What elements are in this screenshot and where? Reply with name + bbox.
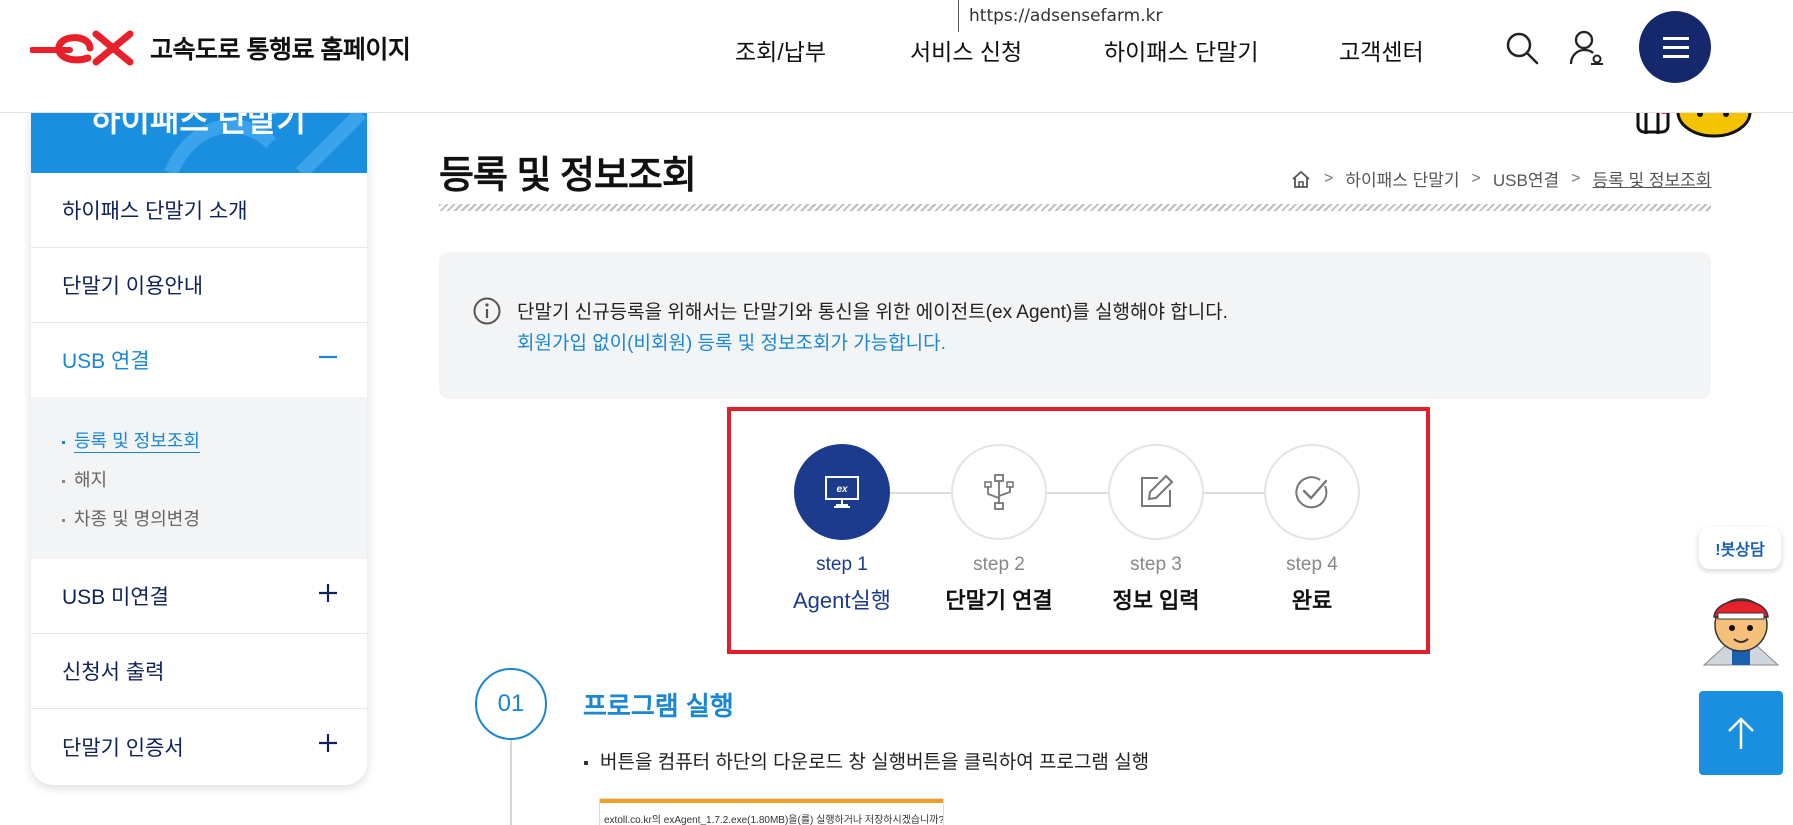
- info-text: 단말기 신규등록을 위해서는 단말기와 통신을 위한 에이전트(ex Agent…: [517, 302, 1228, 323]
- usb-icon: [984, 474, 1014, 510]
- step-3-number: step 3: [1130, 554, 1182, 575]
- home-icon[interactable]: [1290, 169, 1312, 189]
- sidebar-item-terminal-intro[interactable]: 하이패스 단말기 소개: [31, 173, 367, 248]
- menu-icon: [1663, 37, 1689, 40]
- sidebar: 하이패스 단말기 하이패스 단말기 소개 단말기 이용안내 USB 연결 등록 …: [31, 113, 367, 785]
- minus-icon: [319, 355, 337, 359]
- nav-service-apply[interactable]: 서비스 신청: [910, 33, 1022, 67]
- step-3-label: 정보 입력: [1112, 588, 1200, 613]
- breadcrumb-hipass[interactable]: 하이패스 단말기: [1345, 166, 1459, 191]
- submenu-item-cancel[interactable]: 해지: [62, 466, 107, 492]
- sidebar-item-usb-connect[interactable]: USB 연결: [31, 323, 367, 398]
- breadcrumb: > 하이패스 단말기 > USB연결 > 등록 및 정보조회: [1290, 166, 1711, 191]
- svg-text:ex: ex: [836, 484, 848, 495]
- sidebar-banner: 하이패스 단말기: [31, 113, 367, 173]
- chevron-right-icon: >: [1324, 169, 1334, 187]
- step-4-circle: [1264, 444, 1360, 540]
- scroll-top-button[interactable]: [1699, 691, 1783, 775]
- step-2-label: 단말기 연결: [945, 588, 1053, 613]
- step-3-circle: [1108, 444, 1204, 540]
- bullet: [584, 760, 588, 765]
- step-4-number: step 4: [1286, 554, 1338, 575]
- sidebar-item-print-form[interactable]: 신청서 출력: [31, 634, 367, 709]
- monitor-icon: ex: [825, 476, 859, 508]
- section-timeline: [510, 740, 512, 825]
- plus-icon: [319, 584, 337, 602]
- section-title: 프로그램 실행: [583, 691, 734, 721]
- step-4-label: 완료: [1291, 588, 1333, 613]
- submenu-item-register[interactable]: 등록 및 정보조회: [62, 427, 200, 453]
- check-icon: [1295, 476, 1328, 509]
- edit-icon: [1141, 474, 1174, 507]
- user-icon[interactable]: [1567, 28, 1607, 68]
- menu-button[interactable]: [1639, 11, 1711, 83]
- submenu-item-change[interactable]: 차종 및 명의변경: [62, 505, 200, 531]
- search-icon[interactable]: [1502, 28, 1542, 68]
- info-icon: [473, 297, 501, 325]
- breadcrumb-usb[interactable]: USB연결: [1493, 166, 1559, 191]
- section-description: 버튼을 컴퓨터 하단의 다운로드 창 실행버튼을 클릭하여 프로그램 실행: [584, 747, 1149, 774]
- download-screenshot: extoll.co.kr의 exAgent_1.7.2.exe(1.80MB)을…: [600, 799, 943, 825]
- page-title: 등록 및 정보조회: [439, 155, 697, 197]
- url-overlay: https://adsensefarm.kr: [958, 0, 1173, 32]
- step-1-number: step 1: [816, 554, 868, 575]
- sidebar-item-certificate[interactable]: 단말기 인증서: [31, 709, 367, 784]
- chatbot-mascot[interactable]: [1696, 585, 1786, 670]
- nav-lookup-payment[interactable]: 조회/납부: [735, 33, 826, 67]
- info-box: 단말기 신규등록을 위해서는 단말기와 통신을 위한 에이전트(ex Agent…: [439, 252, 1711, 399]
- title-divider: [439, 204, 1711, 211]
- sidebar-item-terminal-guide[interactable]: 단말기 이용안내: [31, 248, 367, 323]
- info-subtext: 회원가입 없이(비회원) 등록 및 정보조회가 가능합니다.: [517, 333, 946, 354]
- breadcrumb-current[interactable]: 등록 및 정보조회: [1592, 166, 1711, 191]
- usb-connect-submenu: 등록 및 정보조회 해지 차종 및 명의변경: [31, 397, 367, 559]
- arrow-up-icon: [1728, 717, 1754, 749]
- steps-indicator: ex step 1 step 2 step 3 step 4 Agent실행 단…: [727, 407, 1430, 654]
- step-2-circle: [951, 444, 1047, 540]
- chevron-right-icon: >: [1571, 169, 1581, 187]
- sidebar-item-usb-disconnect[interactable]: USB 미연결: [31, 559, 367, 634]
- site-header: 고속도로 통행료 홈페이지 https://adsensefarm.kr 조회/…: [0, 0, 1793, 113]
- chatbot-button[interactable]: !봇상담: [1699, 527, 1781, 569]
- nav-customer-center[interactable]: 고객센터: [1339, 33, 1424, 67]
- section-number: 01: [475, 668, 547, 740]
- step-2-number: step 2: [973, 554, 1025, 575]
- ex-logo[interactable]: [30, 28, 140, 68]
- nav-hipass-terminal[interactable]: 하이패스 단말기: [1104, 33, 1259, 67]
- plus-icon: [319, 734, 337, 752]
- chevron-right-icon: >: [1471, 169, 1481, 187]
- sidebar-banner-title: 하이패스 단말기: [91, 113, 306, 138]
- site-title[interactable]: 고속도로 통행료 홈페이지: [150, 30, 411, 66]
- step-1-circle: ex: [794, 444, 890, 540]
- step-1-label: Agent실행: [793, 588, 891, 613]
